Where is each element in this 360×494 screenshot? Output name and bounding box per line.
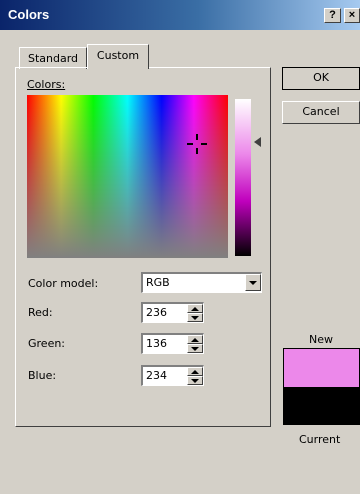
chevron-down-icon [249, 281, 257, 285]
color-model-label: Color model: [28, 277, 99, 290]
crosshair-top-arm [196, 134, 198, 140]
arrow-up-icon [191, 307, 199, 311]
tab-custom[interactable]: Custom [87, 44, 149, 69]
luminance-arrow-icon[interactable] [254, 137, 261, 147]
blue-increment-button[interactable] [187, 367, 203, 376]
crosshair-bottom-arm [196, 148, 198, 154]
color-model-value: RGB [146, 276, 170, 289]
green-increment-button[interactable] [187, 335, 203, 344]
crosshair-right-arm [201, 143, 207, 145]
colors-dialog: Colors ? × Standard Custom Colors: Color… [0, 0, 360, 494]
arrow-down-icon [191, 347, 199, 351]
color-picker-crosshair[interactable] [187, 134, 207, 154]
new-color-label: New [309, 333, 333, 346]
arrow-up-icon [191, 338, 199, 342]
ok-button[interactable]: OK [282, 67, 360, 90]
new-color-swatch [284, 349, 359, 387]
colors-label-text: Colors: [27, 78, 66, 91]
colors-label: Colors: [27, 78, 65, 91]
color-preview [283, 348, 360, 425]
window-title: Colors [8, 7, 50, 22]
blue-input[interactable]: 234 [141, 365, 204, 386]
blue-label: Blue: [28, 369, 57, 382]
red-spinner[interactable] [187, 304, 203, 322]
green-spinner[interactable] [187, 335, 203, 353]
red-input[interactable]: 236 [141, 302, 204, 323]
blue-spinner[interactable] [187, 367, 203, 385]
red-decrement-button[interactable] [187, 313, 203, 322]
title-bar[interactable]: Colors ? × [0, 0, 360, 30]
green-decrement-button[interactable] [187, 344, 203, 353]
red-value: 236 [146, 306, 167, 319]
luminance-slider[interactable] [235, 99, 251, 256]
color-matrix[interactable] [27, 95, 228, 258]
red-label: Red: [28, 306, 53, 319]
green-input[interactable]: 136 [141, 333, 204, 354]
crosshair-left-arm [187, 143, 193, 145]
arrow-down-icon [191, 379, 199, 383]
color-model-dropdown-button[interactable] [245, 274, 261, 291]
help-button[interactable]: ? [324, 8, 341, 23]
green-label: Green: [28, 337, 66, 350]
arrow-up-icon [191, 370, 199, 374]
current-color-swatch [284, 387, 359, 425]
current-color-label: Current [299, 433, 341, 446]
close-button[interactable]: × [344, 8, 360, 23]
red-increment-button[interactable] [187, 304, 203, 313]
blue-value: 234 [146, 369, 167, 382]
tab-standard[interactable]: Standard [19, 47, 87, 69]
arrow-down-icon [191, 316, 199, 320]
blue-decrement-button[interactable] [187, 376, 203, 385]
green-value: 136 [146, 337, 167, 350]
cancel-button[interactable]: Cancel [282, 101, 360, 124]
color-model-select[interactable]: RGB [141, 272, 262, 293]
